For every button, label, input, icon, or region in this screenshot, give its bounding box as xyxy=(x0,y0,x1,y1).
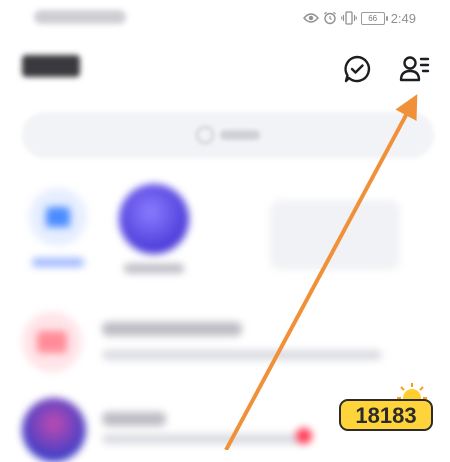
watermark-logo: 18183 xyxy=(338,378,438,438)
watermark-text: 18183 xyxy=(355,403,416,428)
